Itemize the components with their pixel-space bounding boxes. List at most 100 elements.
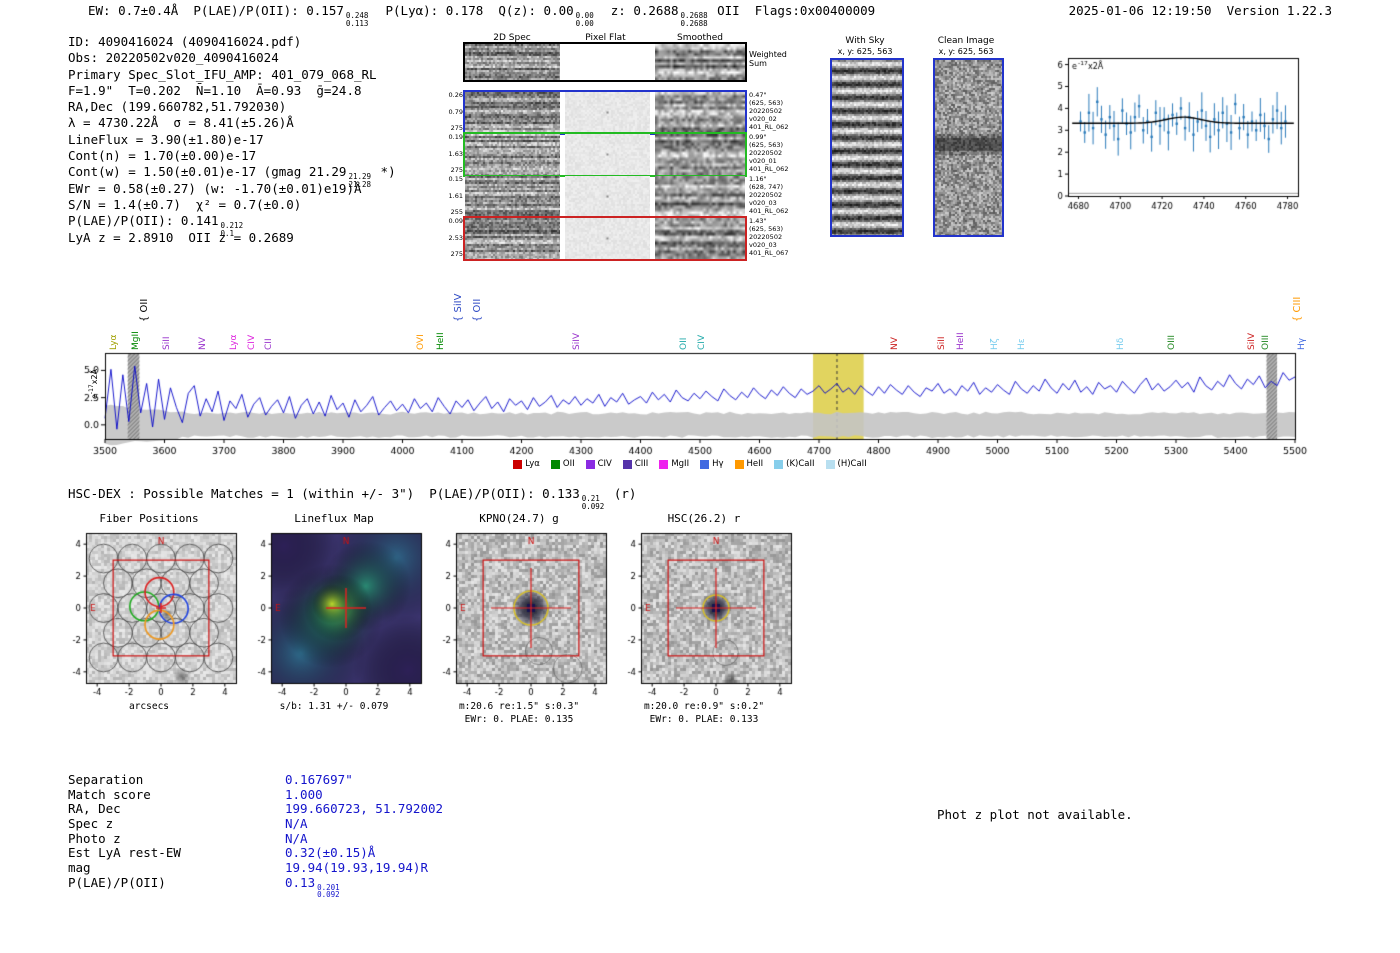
match-row: Match score 1.000 bbox=[68, 787, 443, 802]
row-annotation: 0.47" (625, 563) 20220502 v020_02 401_RL_062 bbox=[749, 91, 788, 131]
match-row: Spec z N/A bbox=[68, 816, 443, 831]
text-segment: ID: 4090416024 (4090416024.pdf) bbox=[68, 34, 302, 49]
detection-info-block: ID: 4090416024 (4090416024.pdf) Obs: 2022… bbox=[68, 34, 396, 246]
text-segment: F=1.9" T=0.202 N̄=1.10 Ā=0.93 ḡ=24.8 bbox=[68, 82, 362, 98]
cutout-title: HSC(26.2) r bbox=[667, 512, 741, 525]
2dspec-cell bbox=[465, 218, 560, 259]
cutout-caption: m:20.6 re:1.5" s:0.3" bbox=[458, 701, 580, 712]
sup-sub-value: 0.00 0.00 bbox=[576, 12, 594, 27]
row-annotation-line: 401_RL_062 bbox=[749, 165, 789, 173]
text-segment: λ = 4730.22Å σ = 8.41(±5.26)Å bbox=[68, 115, 294, 131]
row-scale-label: 0.15 bbox=[448, 175, 463, 183]
smoothed-cell bbox=[655, 134, 745, 175]
info-line: RA,Dec (199.660782,51.792030) bbox=[68, 99, 396, 115]
elixer-report-page: EW: 0.7±0.4Å P(LAE)/P(OII): 0.157 0.248 0.… bbox=[0, 0, 1400, 953]
withsky-image bbox=[830, 58, 904, 237]
cutout-title: Lineflux Map bbox=[294, 512, 374, 525]
row-annotation-line: 401_RL_062 bbox=[749, 123, 789, 131]
legend-item: Hγ bbox=[700, 459, 724, 469]
clean-image bbox=[933, 58, 1004, 237]
pixelflat-cell bbox=[565, 176, 650, 217]
legend-swatch bbox=[659, 459, 669, 469]
pixelflat-cell bbox=[565, 134, 650, 175]
legend-swatch bbox=[700, 459, 710, 469]
row-annotation-line: (625, 563) bbox=[749, 99, 784, 107]
cutout-caption: EWr: 0. PLAE: 0.133 bbox=[649, 714, 759, 725]
text-segment: N/A bbox=[285, 816, 308, 832]
legend-swatch bbox=[585, 459, 595, 469]
text-segment: HSC-DEX : Possible Matches = 1 (within +… bbox=[68, 486, 580, 501]
header-timestamp: 2025-01-06 12:19:50 Version 1.22.3 bbox=[1068, 3, 1332, 18]
row-annotation-line: v020_01 bbox=[749, 157, 777, 165]
weighted-sum-line: Weighted bbox=[749, 50, 787, 59]
cutout-title: Fiber Positions bbox=[99, 512, 199, 525]
legend-swatch bbox=[622, 459, 632, 469]
match-row: Separation 0.167697" bbox=[68, 772, 443, 787]
pixelflat-cell bbox=[565, 92, 650, 133]
sup-sub-value: 0.248 0.113 bbox=[346, 12, 369, 27]
clean-coords: x, y: 625, 563 bbox=[938, 47, 994, 56]
sub-value: 0.2688 bbox=[680, 18, 708, 28]
match-row: Est LyA rest-EW 0.32(±0.15)Å bbox=[68, 845, 443, 860]
row-annotation-line: (625, 563) bbox=[749, 225, 784, 233]
emission-line-label: { CIII bbox=[1292, 296, 1303, 322]
row-scale-label: 1.63 bbox=[448, 149, 463, 158]
legend-item: Lyα bbox=[513, 459, 540, 469]
text-segment: EWr = 0.58(±0.27) (w: -1.70(±0.01)e19)Å bbox=[68, 180, 362, 196]
cutout-caption: EWr: 0. PLAE: 0.135 bbox=[464, 714, 574, 725]
row-scale-label: 275 bbox=[450, 250, 463, 258]
match-row-label: Est LyA rest-EW bbox=[68, 845, 181, 861]
row-annotation-line: 20220502 bbox=[749, 191, 783, 199]
info-line: λ = 4730.22Å σ = 8.41(±5.26)Å bbox=[68, 115, 396, 131]
text-segment: Obs: 20220502v020_4090416024 bbox=[68, 50, 279, 66]
2dspec-cell bbox=[465, 176, 560, 217]
text-segment: Cont(w) = 1.50(±0.01)e-17 (gmag 21.29 bbox=[68, 164, 347, 180]
match-row-value: 0.32(±0.15)Å bbox=[285, 845, 375, 860]
info-line: Primary Spec_Slot_IFU_AMP: 401_079_068_R… bbox=[68, 67, 396, 83]
cutout-caption: arcsecs bbox=[128, 701, 170, 712]
text-segment: LineFlux = 3.90(±1.80)e-17 bbox=[68, 131, 264, 147]
cutout-canvas-fibers bbox=[56, 527, 242, 699]
row-annotation: 1.43" (625, 563) 20220502 v020_03 401_RL_067 bbox=[749, 217, 788, 257]
text-segment: N/A bbox=[285, 830, 308, 846]
cutout-canvas-lineflux bbox=[241, 527, 427, 699]
text-segment: P(LAE)/P(OII): 0.141 bbox=[68, 213, 219, 229]
match-row-value: 1.000 bbox=[285, 787, 323, 802]
text-segment: OII Flags:0x00400009 bbox=[709, 3, 876, 18]
match-table: Separation 0.167697" Match score 1.000 RA, D… bbox=[68, 772, 443, 898]
legend-item: (H)CaII bbox=[825, 459, 867, 469]
text-segment: RA,Dec (199.660782,51.792030) bbox=[68, 99, 287, 115]
legend-swatch bbox=[550, 459, 560, 469]
sup-sub-value: 0.2688 0.2688 bbox=[681, 12, 708, 27]
text-segment: 0.167697" bbox=[285, 772, 353, 787]
match-row-value: 199.660723, 51.792002 bbox=[285, 801, 443, 816]
row-annotation-line: 20220502 bbox=[749, 149, 783, 157]
legend-label: (H)CaII bbox=[837, 459, 867, 469]
text-segment: *) bbox=[373, 164, 396, 180]
weighted-sum-line: Sum bbox=[749, 59, 767, 68]
legend-item: CIII bbox=[622, 459, 648, 469]
text-segment: 199.660723, 51.792002 bbox=[285, 801, 444, 817]
legend-label: Hγ bbox=[712, 459, 724, 469]
legend-item: OII bbox=[550, 459, 575, 469]
header-stats: EW: 0.7±0.4Å P(LAE)/P(OII): 0.157 0.248 0.… bbox=[88, 3, 875, 27]
match-row-value: N/A bbox=[285, 816, 308, 831]
legend-label: (K)CaII bbox=[786, 459, 815, 469]
cutout-canvas-image bbox=[426, 527, 612, 699]
cutout-title: KPNO(24.7) g bbox=[479, 512, 559, 525]
row-annotation-line: 401_RL_067 bbox=[749, 249, 789, 257]
withsky-title: With Sky bbox=[845, 36, 885, 46]
match-row-label: RA, Dec bbox=[68, 801, 121, 817]
info-line: Obs: 20220502v020_4090416024 bbox=[68, 50, 396, 66]
text-segment: LyA z = 2.8910 OII z = 0.2689 bbox=[68, 229, 294, 245]
match-row-label: P(LAE)/P(OII) bbox=[68, 874, 166, 890]
text-segment: 1.000 bbox=[285, 786, 323, 802]
row-scale-label: 0.79 bbox=[448, 107, 463, 116]
cutout-caption: s/b: 1.31 +/- 0.079 bbox=[279, 701, 389, 712]
text-segment: P(Lyα): 0.178 Q(z): 0.00 bbox=[370, 3, 574, 18]
row-scale-label: 0.09 bbox=[448, 217, 463, 225]
row-annotation-line: (625, 563) bbox=[749, 141, 784, 149]
info-line: F=1.9" T=0.202 N̄=1.10 Ā=0.93 ḡ=24.8 bbox=[68, 83, 396, 99]
match-row-value: 19.94(19.93,19.94)R bbox=[285, 860, 428, 875]
match-row-label: Photo z bbox=[68, 830, 121, 846]
